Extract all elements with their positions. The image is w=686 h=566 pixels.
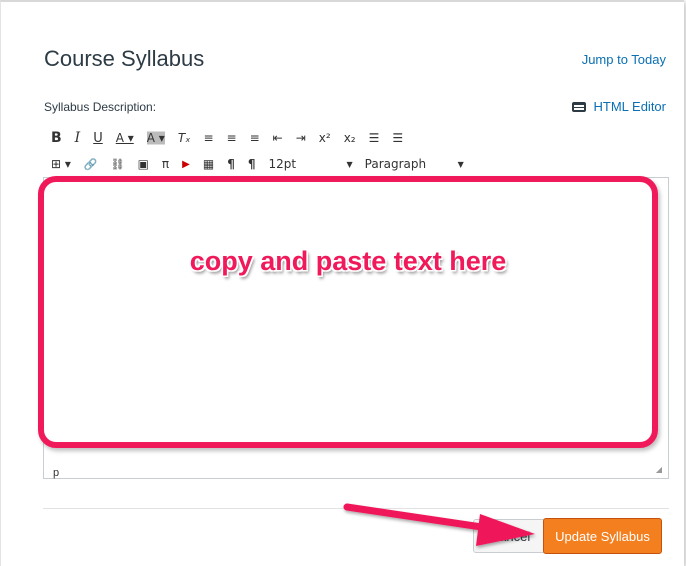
media-icon[interactable]: ▦ [203, 155, 214, 173]
bold-icon[interactable]: B [51, 129, 62, 147]
divider [43, 508, 669, 509]
numbered-list-icon[interactable]: ☰ [392, 129, 403, 147]
youtube-icon[interactable]: ▶ [182, 155, 190, 173]
align-right-icon[interactable]: ≡ [250, 129, 260, 147]
editor-toolbar-row-2: ⊞ ▾ 🔗 ⛓ ▣ π ▶ ▦ ¶ ¶ 12pt ▼ Paragraph ▼ [51, 154, 477, 174]
annotation-highlight-box [38, 176, 658, 448]
outdent-icon[interactable]: ⇤ [273, 129, 283, 147]
bullet-list-icon[interactable]: ☰ [369, 129, 380, 147]
html-editor-label: HTML Editor [593, 99, 666, 114]
subscript-icon[interactable]: x₂ [344, 129, 356, 147]
unlink-icon[interactable]: ⛓ [111, 155, 125, 173]
annotation-text: copy and paste text here [189, 246, 507, 276]
editor-toolbar-row-1: B I U A ▾ A ▾ Tₓ ≡ ≡ ≡ ⇤ ⇥ x² x₂ ☰ ☰ [51, 128, 416, 148]
align-center-icon[interactable]: ≡ [227, 129, 237, 147]
chevron-down-icon[interactable]: ▼ [346, 155, 352, 173]
keyboard-icon [571, 101, 586, 112]
element-path: p [53, 467, 60, 479]
cancel-button[interactable]: Cancel [473, 519, 547, 553]
math-icon[interactable]: π [162, 155, 169, 173]
font-size-value: 12pt [268, 157, 297, 171]
indent-icon[interactable]: ⇥ [296, 129, 306, 147]
clear-formatting-icon[interactable]: Tₓ [178, 129, 191, 147]
table-icon[interactable]: ⊞ ▾ [51, 155, 71, 173]
rtl-icon[interactable]: ¶ [248, 155, 256, 173]
text-color-icon[interactable]: A ▾ [116, 129, 134, 147]
font-size-select[interactable]: 12pt [268, 155, 328, 173]
underline-icon[interactable]: U [93, 129, 103, 147]
resize-handle-icon[interactable]: ◢ [656, 465, 662, 474]
update-syllabus-button[interactable]: Update Syllabus [543, 518, 662, 554]
block-format-select[interactable]: Paragraph [365, 155, 445, 173]
html-editor-link[interactable]: HTML Editor [571, 99, 666, 114]
italic-icon[interactable]: I [75, 129, 81, 147]
link-icon[interactable]: 🔗 [84, 155, 98, 173]
page-title: Course Syllabus [44, 46, 205, 71]
image-icon[interactable]: ▣ [138, 155, 149, 173]
align-left-icon[interactable]: ≡ [203, 129, 213, 147]
superscript-icon[interactable]: x² [319, 129, 331, 147]
block-format-value: Paragraph [364, 157, 427, 171]
ltr-icon[interactable]: ¶ [227, 155, 235, 173]
chevron-down-icon[interactable]: ▼ [458, 155, 464, 173]
syllabus-description-label: Syllabus Description: [44, 100, 157, 114]
jump-to-today-link[interactable]: Jump to Today [582, 52, 666, 67]
background-color-icon[interactable]: A ▾ [146, 129, 165, 147]
